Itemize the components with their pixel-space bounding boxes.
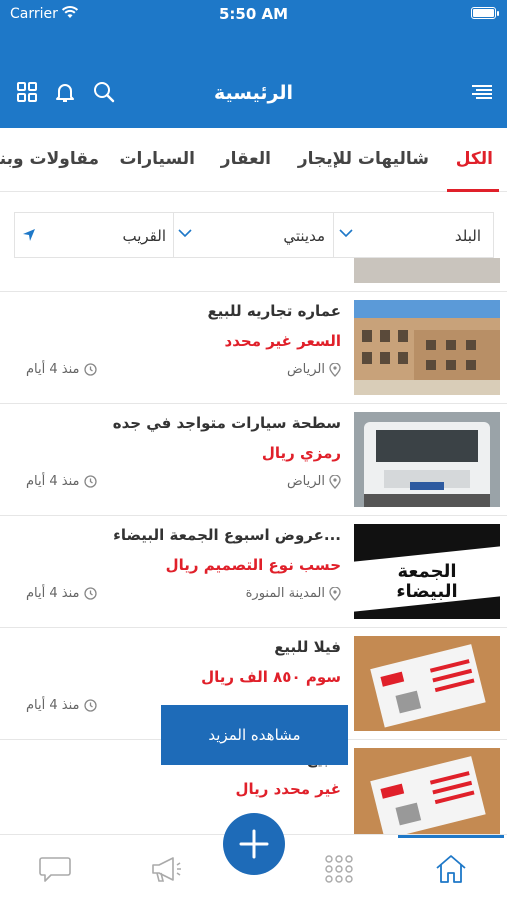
listing-thumbnail	[354, 748, 500, 834]
listing-price: سوم ٨٥٠ الف ريال	[201, 668, 341, 686]
clock-icon	[83, 699, 97, 712]
clock-icon	[83, 363, 97, 376]
chat-icon[interactable]	[38, 853, 72, 885]
listing-thumbnail: الجمعة البيضاء	[354, 524, 500, 619]
listing-title: عروض اسبوع الجمعة البيضاء...	[113, 526, 341, 544]
listing-title: سطحة سيارات متواجد في جده	[112, 414, 341, 432]
tab-contracting[interactable]: مقاولات وبناء	[0, 149, 99, 169]
list-item[interactable]: سطحة سيارات متواجد في جده رمزي ريال الري…	[0, 404, 507, 516]
listing-price: السعر غير محدد	[224, 332, 341, 350]
city-filter-label[interactable]: مدينتي	[283, 227, 325, 245]
chevron-down-icon[interactable]	[178, 228, 192, 238]
location-pin-icon	[329, 474, 341, 489]
clock-icon	[83, 587, 97, 600]
battery-icon	[471, 7, 499, 19]
location-pin-icon	[329, 586, 341, 601]
active-nav-indicator	[398, 835, 504, 838]
status-bar: Carrier 5:50 AM	[0, 0, 507, 28]
location-pin-icon	[329, 362, 341, 377]
thumbnail-caption: الجمعة البيضاء	[396, 561, 458, 602]
filter-bar: البلد مدينتي القريب	[14, 212, 494, 258]
listing-location: المدينة المنورة	[246, 586, 341, 601]
listing-time: منذ 4 أيام	[26, 586, 97, 601]
country-filter-label[interactable]: البلد	[455, 227, 481, 245]
listing-thumbnail	[354, 300, 500, 395]
location-arrow-icon[interactable]	[21, 227, 37, 243]
listing-price: غير محدد ريال	[235, 780, 341, 798]
listing-time: منذ 4 أيام	[26, 362, 97, 377]
listing-time: منذ 4 أيام	[26, 698, 97, 713]
app-header: Carrier 5:50 AM الرئيسية	[0, 0, 507, 128]
tab-real-estate[interactable]: العقار	[221, 149, 271, 169]
listing-location: الرياض	[287, 362, 341, 377]
listing-price: حسب نوع التصميم ريال	[165, 556, 341, 574]
clock-icon	[83, 475, 97, 488]
home-icon[interactable]	[434, 853, 468, 885]
apps-grid-icon[interactable]	[322, 853, 356, 885]
listing-thumbnail	[354, 412, 500, 507]
listing-location: الرياض	[287, 474, 341, 489]
top-bar: الرئيسية	[0, 70, 507, 114]
listing-thumbnail	[354, 258, 500, 283]
listing-thumbnail	[354, 636, 500, 731]
list-item[interactable]: الجمعة البيضاء عروض اسبوع الجمعة البيضاء…	[0, 516, 507, 628]
category-tabs: الكل شاليهات للإيجار العقار السيارات مقا…	[0, 128, 507, 192]
list-item[interactable]: عماره تجاريه للبيع السعر غير محدد الرياض…	[0, 292, 507, 404]
listing-price: رمزي ريال	[261, 444, 341, 462]
nearby-filter-label[interactable]: القريب	[122, 227, 166, 245]
menu-icon[interactable]	[470, 80, 494, 104]
tab-cars[interactable]: السيارات	[119, 149, 195, 169]
listing-title: عماره تجاريه للبيع	[207, 302, 341, 320]
chevron-down-icon[interactable]	[339, 228, 353, 238]
tab-all[interactable]: الكل	[456, 149, 493, 169]
active-tab-indicator	[447, 189, 499, 192]
tab-chalets-rent[interactable]: شاليهات للإيجار	[298, 149, 429, 169]
clock: 5:50 AM	[218, 5, 289, 23]
show-more-button[interactable]: مشاهده المزيد	[161, 705, 348, 765]
add-listing-button[interactable]	[223, 813, 285, 875]
listing-time: منذ 4 أيام	[26, 474, 97, 489]
page-title: الرئيسية	[214, 82, 293, 104]
listing-title: فيلا للبيع	[274, 638, 341, 656]
list-item[interactable]	[0, 258, 507, 292]
megaphone-icon[interactable]	[149, 853, 183, 885]
plus-icon	[239, 829, 269, 859]
